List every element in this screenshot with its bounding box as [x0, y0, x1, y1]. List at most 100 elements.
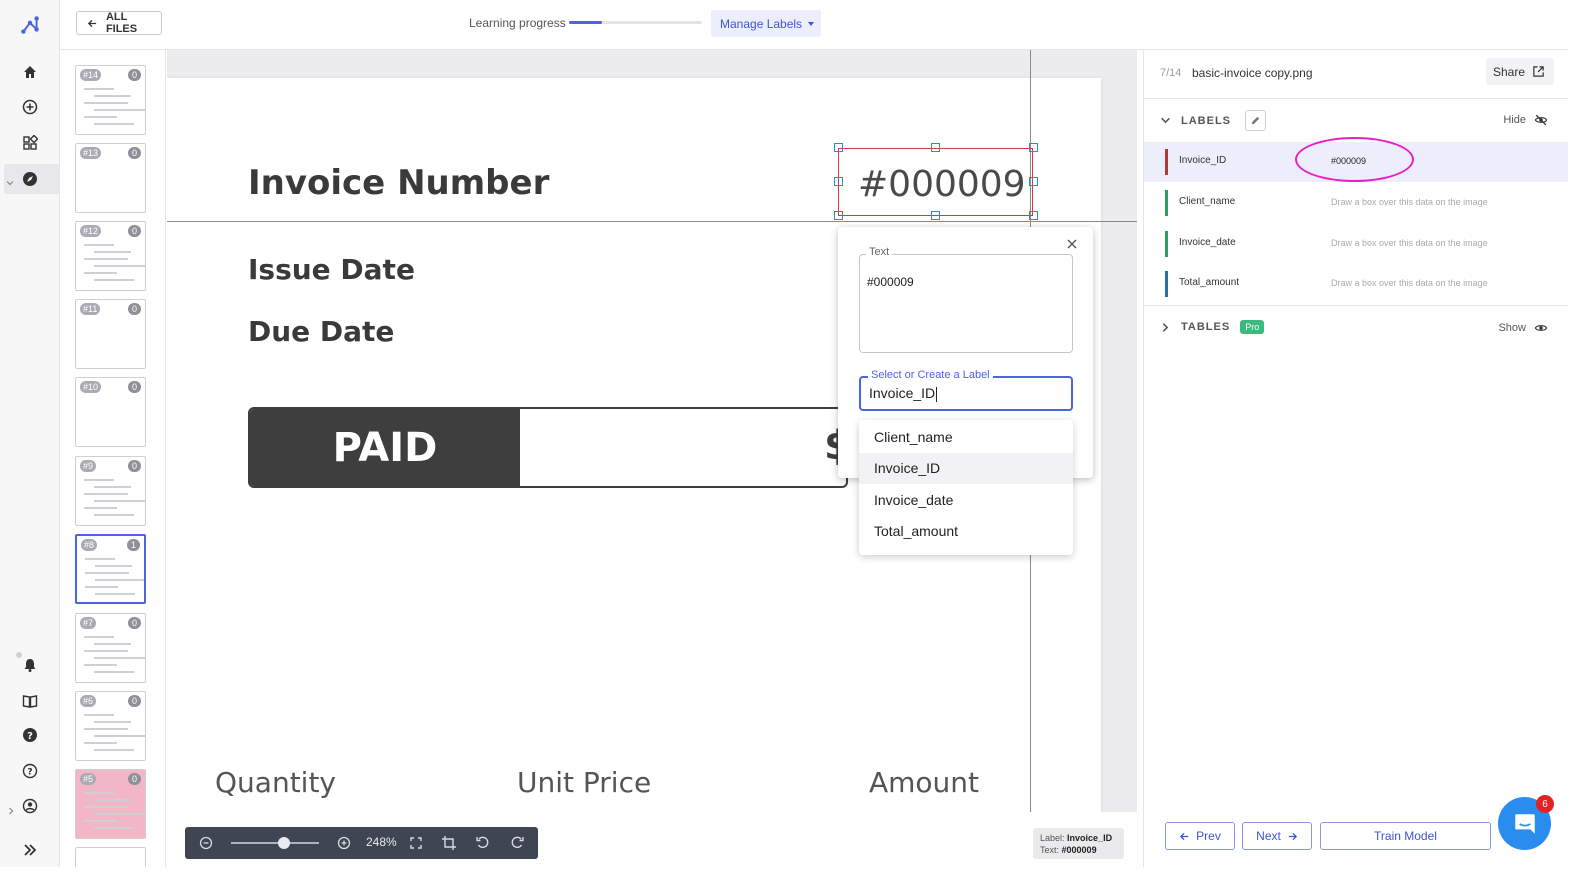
resize-handle[interactable]: [1029, 143, 1038, 152]
manage-labels-button[interactable]: Manage Labels: [711, 10, 821, 37]
label-row[interactable]: Invoice_date Draw a box over this data on…: [1144, 224, 1568, 264]
learning-progress-fill: [569, 21, 603, 24]
rotate-left-icon[interactable]: [475, 835, 491, 851]
zoom-percent: 248%: [366, 835, 397, 849]
all-files-button[interactable]: ALL FILES: [76, 11, 162, 35]
thumbnail-content-line: [94, 735, 145, 737]
app-logo-icon[interactable]: [15, 10, 45, 40]
zoom-slider-handle[interactable]: [277, 837, 290, 849]
resize-handle[interactable]: [931, 211, 940, 220]
thumbnail-content-line: [95, 565, 132, 567]
prev-button[interactable]: Prev: [1165, 822, 1235, 850]
divider: [1144, 98, 1568, 99]
file-thumbnail[interactable]: #10 0: [75, 377, 146, 447]
tables-title: TABLES: [1181, 321, 1231, 333]
zoom-out-icon[interactable]: [198, 835, 214, 851]
file-thumbnail[interactable]: #6 0: [75, 691, 146, 761]
show-tables-toggle[interactable]: Show: [1498, 321, 1548, 335]
thumbnail-content-line: [94, 749, 134, 751]
close-icon[interactable]: [1065, 237, 1079, 251]
thumbnail-content-line: [84, 244, 114, 246]
thumbnail-content-line: [94, 514, 134, 516]
add-icon[interactable]: [15, 92, 45, 122]
file-thumbnail[interactable]: [75, 847, 146, 867]
file-thumbnail[interactable]: #12 0: [75, 221, 146, 291]
label-name: Total_amount: [1179, 277, 1240, 288]
thumbnail-number: #13: [80, 147, 102, 159]
expand-sidebar-icon[interactable]: [15, 835, 45, 865]
thumbnail-content-line: [84, 258, 128, 260]
label-option[interactable]: Invoice_ID: [859, 452, 1073, 484]
status-text-value: #000009: [1061, 845, 1097, 855]
zoom-slider[interactable]: [231, 842, 319, 844]
resize-handle[interactable]: [834, 211, 843, 220]
thumbnail-content-line: [84, 806, 128, 808]
issue-date-label: Issue Date: [248, 253, 415, 286]
thumbnail-number: #11: [80, 303, 101, 315]
file-thumbnail[interactable]: #9 0: [75, 456, 146, 526]
resize-handle[interactable]: [834, 143, 843, 152]
file-thumbnail[interactable]: #8 1: [75, 534, 146, 604]
hide-labels-toggle[interactable]: Hide: [1503, 113, 1548, 127]
label-option[interactable]: Invoice_date: [859, 484, 1073, 516]
arrow-left-icon: [87, 19, 97, 27]
thumbnail-label-count: 1: [126, 539, 140, 551]
thumbnail-number: #14: [80, 69, 102, 81]
label-row[interactable]: Total_amount Draw a box over this data on…: [1144, 264, 1568, 304]
text-field[interactable]: [859, 254, 1073, 353]
resize-handle[interactable]: [931, 143, 940, 152]
thumbnail-label-count: 0: [127, 381, 141, 393]
resize-handle[interactable]: [1029, 177, 1038, 186]
due-date-label: Due Date: [248, 315, 395, 348]
account-icon[interactable]: [15, 791, 45, 821]
thumbnail-content-line: [85, 558, 115, 560]
next-button[interactable]: Next: [1242, 822, 1312, 850]
fit-screen-icon[interactable]: [408, 835, 424, 851]
chevron-down-icon: [6, 174, 14, 186]
crop-icon[interactable]: [441, 835, 457, 851]
text-field-value: #000009: [867, 275, 914, 289]
thumbnail-content-line: [84, 102, 128, 104]
file-thumbnail[interactable]: #13 0: [75, 143, 146, 213]
pencil-icon: [1251, 116, 1260, 125]
edit-labels-button[interactable]: [1245, 110, 1266, 131]
labels-title: LABELS: [1181, 114, 1231, 127]
tables-section-header[interactable]: TABLES Pro: [1160, 320, 1265, 334]
labels-section-header[interactable]: LABELS: [1160, 110, 1266, 131]
resize-handle[interactable]: [1029, 211, 1038, 220]
label-value: Draw a box over this data on the image: [1331, 197, 1488, 207]
label-option[interactable]: Client_name: [859, 421, 1073, 453]
resize-handle[interactable]: [834, 177, 843, 186]
help-filled-icon[interactable]: ?: [15, 720, 45, 750]
label-row[interactable]: Client_name Draw a box over this data on …: [1144, 183, 1568, 223]
file-thumbnail[interactable]: #14 0: [75, 65, 146, 135]
help-outline-icon[interactable]: ?: [15, 756, 45, 786]
label-name: Invoice_ID: [1179, 155, 1227, 166]
thumbnail-content-line: [94, 657, 145, 659]
train-model-label: Train Model: [1374, 829, 1437, 843]
eye-icon: [1534, 325, 1548, 331]
thumbnail-number: #6: [80, 695, 97, 707]
train-model-button[interactable]: Train Model: [1320, 822, 1491, 850]
bell-icon[interactable]: [15, 650, 45, 680]
eye-off-icon: [1534, 114, 1548, 126]
thumbnail-content-line: [94, 721, 131, 723]
highlight-annotation: [1295, 137, 1414, 182]
selection-box[interactable]: [838, 148, 1033, 216]
home-icon[interactable]: [15, 57, 45, 87]
apps-icon[interactable]: [15, 128, 45, 158]
file-thumbnail[interactable]: #7 0: [75, 613, 146, 683]
rotate-right-icon[interactable]: [509, 835, 525, 851]
compass-icon[interactable]: [15, 164, 45, 194]
label-option[interactable]: Total_amount: [859, 516, 1073, 548]
file-thumbnail[interactable]: #5 0: [75, 769, 146, 839]
label-input-legend: Select or Create a Label: [868, 369, 993, 381]
book-icon[interactable]: [15, 686, 45, 716]
zoom-in-icon[interactable]: [336, 835, 352, 851]
arrow-left-icon: [1180, 832, 1189, 840]
label-value: Draw a box over this data on the image: [1331, 238, 1488, 248]
share-button[interactable]: Share: [1486, 58, 1554, 85]
thumbnail-content-line: [94, 251, 131, 253]
file-thumbnail[interactable]: #11 0: [75, 299, 146, 369]
thumbnail-content-line: [94, 123, 134, 125]
